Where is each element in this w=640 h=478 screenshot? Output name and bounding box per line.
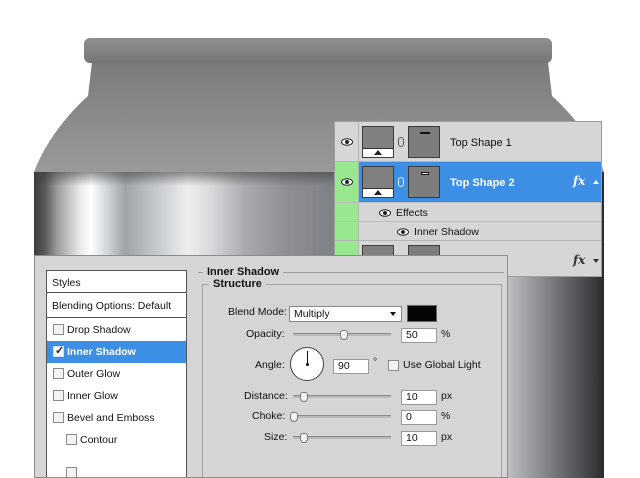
size-slider-thumb[interactable]	[300, 433, 308, 443]
jar-lid	[84, 38, 552, 63]
angle-unit: °	[373, 356, 378, 368]
effects-row[interactable]: Effects	[335, 202, 601, 222]
choke-input[interactable]: 0	[401, 410, 437, 425]
size-input[interactable]: 10	[401, 431, 437, 446]
distance-slider-thumb[interactable]	[300, 392, 308, 402]
layer-name[interactable]: Top Shape 1	[450, 137, 512, 149]
style-item-label: Drop Shadow	[67, 324, 131, 336]
choke-slider-track[interactable]	[293, 415, 391, 418]
vector-mask-thumbnail	[408, 126, 440, 158]
group-title: Structure	[209, 278, 266, 290]
layer-thumbnail	[362, 126, 394, 158]
style-item-label: Inner Shadow	[67, 346, 136, 358]
link-icon[interactable]	[398, 137, 404, 147]
blend-mode-select[interactable]: Multiply	[289, 306, 402, 322]
eye-icon	[341, 178, 353, 186]
style-item-label: Contour	[80, 434, 118, 446]
opacity-input[interactable]: 50	[401, 328, 437, 343]
chevron-down-icon	[390, 312, 396, 316]
style-item-label: Outer Glow	[67, 368, 121, 380]
opacity-unit: %	[441, 328, 451, 340]
size-unit: px	[441, 431, 453, 443]
distance-unit: px	[441, 390, 453, 402]
angle-dial[interactable]	[290, 347, 324, 381]
angle-input[interactable]: 90	[333, 359, 369, 374]
shadow-color-swatch[interactable]	[407, 305, 437, 322]
styles-header-label: Styles	[52, 277, 81, 289]
drop-shadow-checkbox[interactable]	[53, 324, 64, 335]
fx-icon[interactable]: fx	[573, 174, 585, 188]
style-item-inner-glow[interactable]: Inner Glow	[47, 385, 186, 407]
layer-name[interactable]: Top Shape 2	[450, 177, 515, 189]
style-item-label: Inner Glow	[67, 390, 118, 402]
style-item-contour[interactable]: Contour	[47, 429, 186, 451]
layer-row-selected[interactable]: Top Shape 2 fx	[335, 162, 601, 202]
opacity-slider-thumb[interactable]	[340, 330, 348, 340]
effect-item-label: Inner Shadow	[414, 226, 479, 238]
distance-input[interactable]: 10	[401, 390, 437, 405]
visibility-toggle[interactable]	[335, 162, 359, 202]
style-item-partial[interactable]	[47, 451, 186, 477]
layers-panel: Top Shape 1 Top Shape 2 fx Effects Inner…	[334, 121, 602, 277]
use-global-light-label[interactable]: Use Global Light	[403, 359, 481, 371]
layer-style-dialog: Styles Blending Options: Default Drop Sh…	[34, 255, 508, 478]
eye-icon	[341, 138, 353, 146]
effect-item-row[interactable]: Inner Shadow	[335, 221, 601, 241]
angle-label: Angle:	[255, 359, 285, 371]
style-item-label: Bevel and Emboss	[67, 412, 155, 424]
styles-list: Styles Blending Options: Default Drop Sh…	[46, 270, 187, 477]
inner-shadow-settings: Inner Shadow Structure Blend Mode: Multi…	[198, 264, 507, 477]
expand-effects-icon[interactable]	[593, 259, 599, 263]
fx-icon[interactable]: fx	[573, 253, 585, 267]
checkmark-icon: ✓	[55, 345, 65, 357]
outer-glow-checkbox[interactable]	[53, 368, 64, 379]
choke-slider-thumb[interactable]	[290, 412, 298, 422]
inner-shadow-checkbox[interactable]: ✓	[53, 345, 65, 357]
layer-thumbnail	[362, 166, 394, 198]
blend-mode-value: Multiply	[294, 308, 330, 320]
styles-header[interactable]: Styles	[47, 271, 186, 293]
use-global-light-checkbox[interactable]	[388, 360, 399, 371]
blending-options-label: Blending Options: Default	[52, 300, 172, 312]
style-item-drop-shadow[interactable]: Drop Shadow	[47, 319, 186, 341]
style-item-bevel-and-emboss[interactable]: Bevel and Emboss	[47, 407, 186, 429]
opacity-label: Opacity:	[246, 328, 285, 340]
link-icon[interactable]	[398, 177, 404, 187]
style-item-inner-shadow[interactable]: ✓ Inner Shadow	[47, 341, 186, 363]
partial-checkbox[interactable]	[66, 467, 77, 477]
inner-glow-checkbox[interactable]	[53, 390, 64, 401]
section-title: Inner Shadow	[203, 266, 284, 278]
collapse-effects-icon[interactable]	[593, 180, 599, 184]
choke-label: Choke:	[252, 410, 286, 422]
visibility-toggle-cell	[335, 203, 359, 222]
visibility-toggle[interactable]	[335, 122, 359, 161]
blend-mode-label: Blend Mode:	[228, 306, 287, 318]
vector-mask-thumbnail	[408, 166, 440, 198]
layer-row[interactable]: Top Shape 1	[335, 122, 601, 162]
eye-icon[interactable]	[379, 209, 391, 217]
size-label: Size:	[264, 431, 288, 443]
blending-options-item[interactable]: Blending Options: Default	[47, 294, 186, 318]
style-item-outer-glow[interactable]: Outer Glow	[47, 363, 186, 385]
distance-label: Distance:	[244, 390, 288, 402]
effects-label: Effects	[396, 207, 428, 219]
eye-icon[interactable]	[397, 228, 409, 236]
choke-unit: %	[441, 410, 451, 422]
visibility-toggle-cell	[335, 222, 359, 241]
bevel-and-emboss-checkbox[interactable]	[53, 412, 64, 423]
contour-checkbox[interactable]	[66, 434, 77, 445]
